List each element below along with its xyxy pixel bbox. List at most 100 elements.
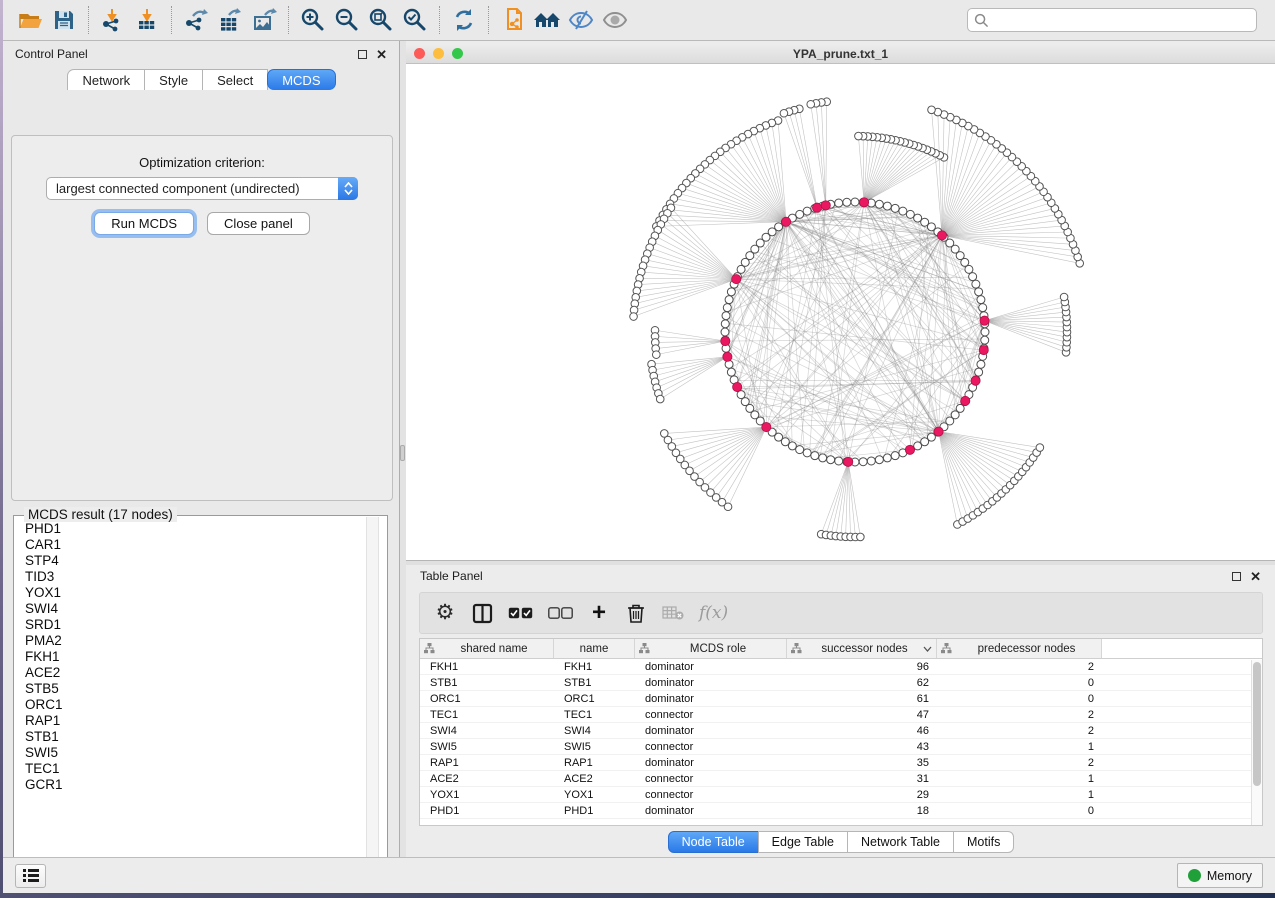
share-network-document-icon[interactable]	[496, 3, 530, 37]
table-cell: dominator	[635, 691, 787, 706]
table-cell: 0	[937, 691, 1102, 706]
table-cell: FKH1	[420, 659, 554, 674]
table-cell: connector	[635, 787, 787, 802]
mcds-node-item[interactable]: GCR1	[25, 777, 387, 793]
table-row[interactable]: SWI5SWI5connector431	[420, 739, 1262, 755]
table-row[interactable]: PHD1PHD1dominator180	[420, 803, 1262, 819]
table-scrollbar-thumb[interactable]	[1253, 662, 1261, 786]
tab-edge-table[interactable]: Edge Table	[758, 831, 848, 853]
table-row[interactable]: ACE2ACE2connector311	[420, 771, 1262, 787]
column-header-predecessor-nodes[interactable]: predecessor nodes	[937, 639, 1102, 658]
column-header-name[interactable]: name	[554, 639, 635, 658]
task-list-icon	[23, 869, 39, 882]
search-icon	[974, 13, 989, 28]
toolbar-separator	[439, 6, 440, 34]
run-mcds-button[interactable]: Run MCDS	[94, 212, 194, 235]
mcds-node-item[interactable]: SWI4	[25, 601, 387, 617]
export-table-icon[interactable]	[213, 3, 247, 37]
task-history-button[interactable]	[15, 864, 46, 888]
zoom-in-icon[interactable]	[296, 3, 330, 37]
mcds-node-item[interactable]: STB5	[25, 681, 387, 697]
export-network-icon[interactable]	[179, 3, 213, 37]
mcds-node-item[interactable]: TID3	[25, 569, 387, 585]
mcds-list-scrollbar[interactable]	[366, 517, 379, 877]
mcds-node-item[interactable]: RAP1	[25, 713, 387, 729]
import-network-icon[interactable]	[96, 3, 130, 37]
search-field[interactable]	[967, 8, 1257, 32]
tab-node-table[interactable]: Node Table	[668, 831, 759, 853]
mcds-node-item[interactable]: SRD1	[25, 617, 387, 633]
mcds-node-item[interactable]: PMA2	[25, 633, 387, 649]
export-image-icon[interactable]	[247, 3, 281, 37]
close-panel-button[interactable]: Close panel	[207, 212, 310, 235]
tab-network-table[interactable]: Network Table	[847, 831, 954, 853]
home-icon[interactable]	[530, 3, 564, 37]
tab-mcds[interactable]: MCDS	[267, 69, 335, 90]
network-graph[interactable]	[406, 64, 1275, 560]
table-cell: TEC1	[554, 707, 635, 722]
delete-column-icon[interactable]	[625, 600, 647, 626]
table-row[interactable]: RAP1RAP1dominator352	[420, 755, 1262, 771]
table-cell: SWI5	[554, 739, 635, 754]
table-row[interactable]: TEC1TEC1connector472	[420, 707, 1262, 723]
table-row[interactable]: SWI4SWI4dominator462	[420, 723, 1262, 739]
mcds-node-item[interactable]: SWI5	[25, 745, 387, 761]
table-row[interactable]: STB1STB1dominator620	[420, 675, 1262, 691]
main-area: Control Panel ✕ Network Style Select MCD…	[3, 41, 1275, 857]
memory-button[interactable]: Memory	[1177, 863, 1263, 888]
column-header-successor-nodes[interactable]: successor nodes	[787, 639, 937, 658]
mcds-node-item[interactable]: ACE2	[25, 665, 387, 681]
tab-style[interactable]: Style	[144, 69, 203, 90]
network-canvas[interactable]	[406, 64, 1275, 560]
tab-select[interactable]: Select	[202, 69, 268, 90]
select-all-icon[interactable]	[508, 600, 533, 626]
zoom-fit-icon[interactable]	[364, 3, 398, 37]
table-cell: SWI4	[420, 723, 554, 738]
table-cell: dominator	[635, 755, 787, 770]
network-window-titlebar[interactable]: YPA_prune.txt_1	[406, 44, 1275, 64]
column-header-shared-name[interactable]: shared name	[420, 639, 554, 658]
network-window-title: YPA_prune.txt_1	[406, 47, 1275, 61]
import-table-icon[interactable]	[130, 3, 164, 37]
table-cell: 31	[787, 771, 937, 786]
split-columns-icon[interactable]	[471, 600, 493, 626]
table-cell: PHD1	[554, 803, 635, 818]
table-panel-title: Table Panel	[420, 569, 483, 583]
mcds-node-item[interactable]: STB1	[25, 729, 387, 745]
mcds-node-item[interactable]: CAR1	[25, 537, 387, 553]
refresh-icon[interactable]	[447, 3, 481, 37]
zoom-selected-icon[interactable]	[398, 3, 432, 37]
mcds-node-item[interactable]: STP4	[25, 553, 387, 569]
close-panel-icon[interactable]: ✕	[376, 50, 387, 59]
mcds-node-item[interactable]: ORC1	[25, 697, 387, 713]
table-row[interactable]: YOX1YOX1connector291	[420, 787, 1262, 803]
table-cell: FKH1	[554, 659, 635, 674]
show-eye-icon[interactable]	[598, 3, 632, 37]
open-session-icon[interactable]	[13, 3, 47, 37]
table-cell: dominator	[635, 803, 787, 818]
hide-glasses-icon[interactable]	[564, 3, 598, 37]
mcds-node-item[interactable]: TEC1	[25, 761, 387, 777]
mcds-node-item[interactable]: FKH1	[25, 649, 387, 665]
zoom-out-icon[interactable]	[330, 3, 364, 37]
add-column-icon[interactable]: +	[588, 600, 610, 626]
deselect-all-icon[interactable]	[548, 600, 573, 626]
table-row[interactable]: FKH1FKH1dominator962	[420, 659, 1262, 675]
settings-gear-icon[interactable]: ⚙	[434, 600, 456, 626]
table-scrollbar[interactable]	[1251, 660, 1262, 825]
tab-motifs[interactable]: Motifs	[953, 831, 1014, 853]
close-table-panel-icon[interactable]: ✕	[1250, 572, 1261, 581]
splitter-handle[interactable]	[400, 445, 405, 461]
float-panel-icon[interactable]	[358, 50, 367, 59]
mcds-node-item[interactable]: YOX1	[25, 585, 387, 601]
optimization-criterion-select[interactable]: largest connected component (undirected)	[46, 177, 358, 200]
table-row[interactable]: ORC1ORC1dominator610	[420, 691, 1262, 707]
column-header-mcds-role[interactable]: MCDS role	[635, 639, 787, 658]
mcds-node-item[interactable]: PHD1	[25, 521, 387, 537]
tab-network[interactable]: Network	[67, 69, 145, 90]
save-session-icon[interactable]	[47, 3, 81, 37]
float-table-panel-icon[interactable]	[1232, 572, 1241, 581]
table-cell: 61	[787, 691, 937, 706]
search-input[interactable]	[994, 13, 1250, 27]
node-table-rows: FKH1FKH1dominator962STB1STB1dominator620…	[420, 659, 1262, 819]
